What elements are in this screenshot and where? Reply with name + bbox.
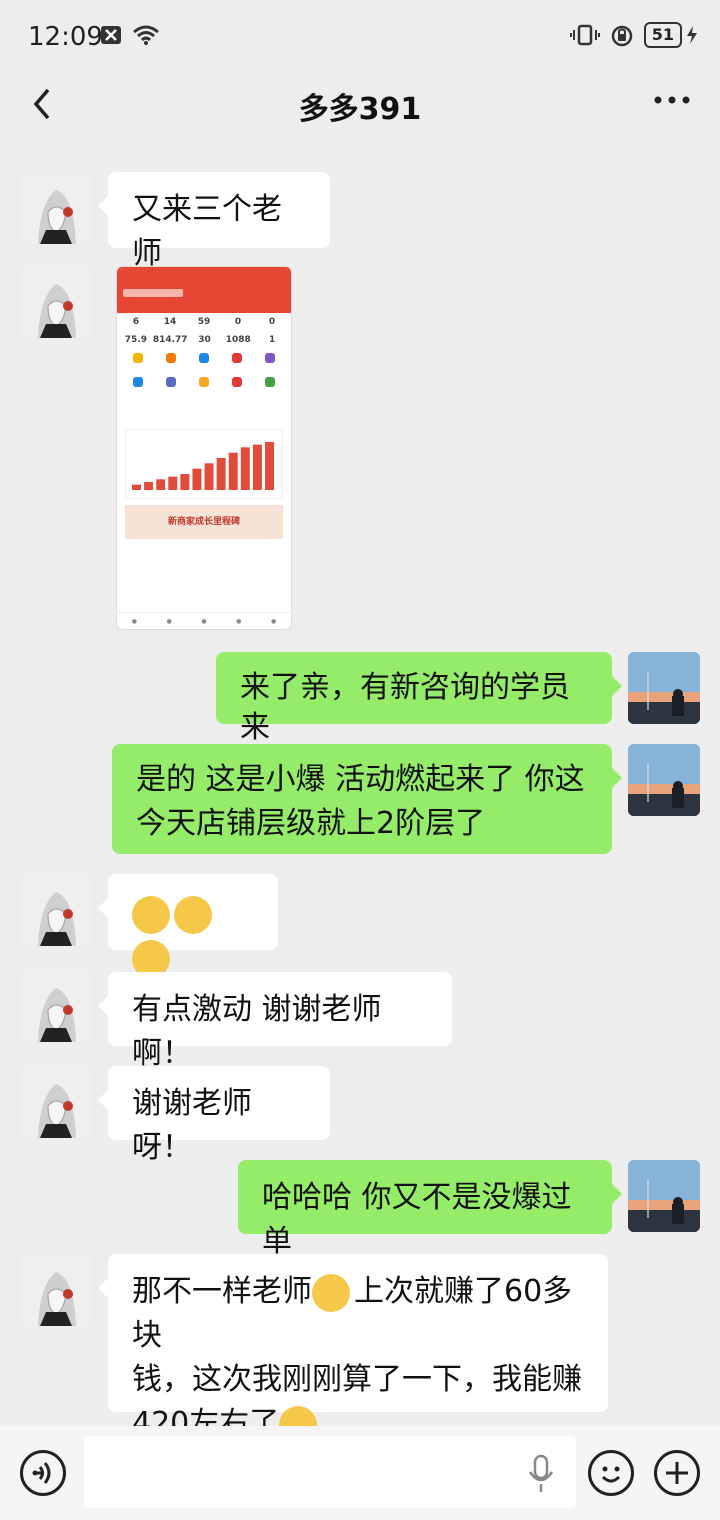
contact-avatar[interactable]: [20, 1066, 92, 1138]
my-avatar[interactable]: [628, 652, 700, 724]
input-bar: [0, 1426, 720, 1520]
message-text-line: 今天店铺层级就上2阶层了: [136, 806, 486, 841]
plus-icon[interactable]: [654, 1450, 700, 1496]
message-text: 又来三个老师: [132, 192, 282, 271]
message-bubble: 谢谢老师呀！: [98, 1066, 330, 1165]
message-text-line: 那不一样老师 上次就赚了60多块: [132, 1273, 573, 1353]
screenshot-notice: [117, 401, 291, 423]
my-avatar[interactable]: [628, 744, 700, 816]
more-icon[interactable]: [652, 90, 692, 110]
screenshot-icon-grid: [117, 349, 291, 401]
screenshot-bar: [168, 476, 178, 490]
screenshot-bar: [228, 452, 238, 490]
message-text: 谢谢老师呀！: [132, 1086, 252, 1165]
screenshot-header: [117, 267, 291, 313]
screenshot-bar: [204, 463, 214, 490]
chat-title: 多多391: [298, 92, 422, 127]
screenshot-banner: 新商家成长里程碑: [125, 505, 283, 539]
screenshot-bar: [156, 479, 166, 490]
battery-indicator: 51: [643, 22, 698, 48]
screenshot-stats-row-2: 75.9 814.77 30 1088 1: [124, 335, 276, 345]
contact-avatar[interactable]: [20, 1254, 92, 1326]
message-text-line: 是的 这是小爆 活动燃起来了 你这: [136, 762, 585, 797]
message-bubble: 那不一样老师 上次就赚了60多块 钱，这次我刚刚算了一下，我能赚 420左右了: [98, 1254, 608, 1444]
screenshot-bar: [132, 484, 141, 490]
screenshot-bar: [180, 474, 190, 490]
screenshot-stats-row-1: 6 14 59 0 0: [132, 317, 276, 327]
contact-avatar[interactable]: [20, 266, 92, 338]
contact-avatar[interactable]: [20, 970, 92, 1042]
screenshot-bar: [252, 444, 262, 490]
crying-laughing-face-icon: [312, 1273, 350, 1312]
thinking-face-icon: [132, 895, 170, 934]
my-avatar[interactable]: [628, 1160, 700, 1232]
message-text: 哈哈哈 你又不是没爆过单: [262, 1180, 572, 1259]
microphone-icon[interactable]: [526, 1454, 556, 1494]
message-text: 有点激动 谢谢老师啊！: [132, 992, 382, 1071]
message-text: 来了亲，有新咨询的学员来: [240, 670, 570, 745]
message-bubble: 是的 这是小爆 活动燃起来了 你这 今天店铺层级就上2阶层了: [112, 744, 622, 854]
chat-header: 多多391: [0, 70, 720, 140]
message-bubble: 哈哈哈 你又不是没爆过单: [238, 1160, 622, 1259]
screenshot-bar: [240, 447, 250, 490]
status-time: 12:09: [28, 22, 103, 52]
wifi-icon: [133, 25, 159, 45]
contact-avatar[interactable]: [20, 874, 92, 946]
screenshot-bar: [265, 442, 274, 490]
alarm-icon: [611, 25, 632, 47]
screenshot-tab-bar: ● ● ● ● ●: [117, 612, 291, 629]
status-left-icons: [100, 24, 160, 46]
screenshot-bar-chart: [125, 429, 283, 499]
screenshot-bar: [192, 468, 202, 490]
image-message[interactable]: 6 14 59 0 0 75.9 814.77 30 1088 1 新商家成长里…: [116, 266, 292, 630]
contact-avatar[interactable]: [20, 172, 92, 244]
status-bar: 12:09 51: [0, 0, 720, 70]
voice-icon[interactable]: [20, 1450, 66, 1496]
vibrate-icon: [569, 24, 600, 46]
screenshot-section-title: [117, 423, 291, 427]
message-text-line: 钱，这次我刚刚算了一下，我能赚: [132, 1362, 582, 1397]
message-bubble: 有点激动 谢谢老师啊！: [98, 972, 452, 1071]
thinking-face-icon: [174, 895, 212, 934]
charging-icon: [687, 26, 697, 44]
status-right-icons: 51: [569, 22, 698, 48]
close-box-icon: [101, 26, 121, 44]
message-bubble: [98, 874, 278, 978]
screenshot-bar: [144, 482, 154, 490]
message-bubble: 又来三个老师: [98, 172, 330, 271]
message-input[interactable]: [84, 1436, 576, 1508]
screenshot-bar: [216, 458, 226, 490]
message-bubble: 来了亲，有新咨询的学员来: [216, 652, 622, 745]
battery-level: 51: [643, 22, 682, 48]
emoji-icon[interactable]: [588, 1450, 634, 1496]
